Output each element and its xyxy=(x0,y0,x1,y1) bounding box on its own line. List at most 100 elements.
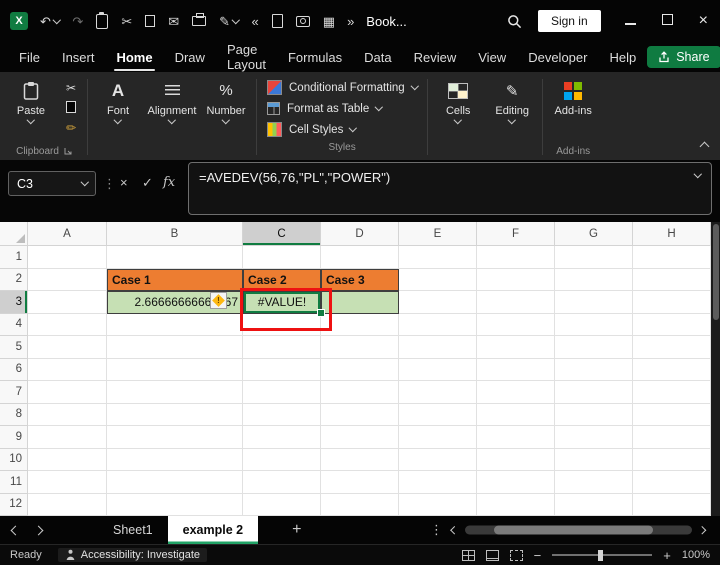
cell-H2[interactable] xyxy=(633,268,711,291)
cell-A3[interactable] xyxy=(28,291,107,314)
number-button[interactable]: % Number xyxy=(199,74,253,160)
cell-G4[interactable] xyxy=(555,313,633,336)
normal-view-button[interactable] xyxy=(461,549,475,561)
cell-A9[interactable] xyxy=(28,426,107,449)
tab-home[interactable]: Home xyxy=(105,42,163,72)
cell-D9[interactable] xyxy=(321,426,399,449)
cell-D11[interactable] xyxy=(321,471,399,494)
row-header-5[interactable]: 5 xyxy=(0,336,28,359)
cell-E8[interactable] xyxy=(399,403,477,426)
cut-button[interactable]: ✂ xyxy=(66,82,76,94)
cell-F12[interactable] xyxy=(477,493,555,516)
row-header-12[interactable]: 12 xyxy=(0,493,28,516)
cell-F4[interactable] xyxy=(477,313,555,336)
cell-A11[interactable] xyxy=(28,471,107,494)
column-header-F[interactable]: F xyxy=(477,222,555,246)
new-sheet-button[interactable]: + xyxy=(292,521,301,539)
cell-C6[interactable] xyxy=(243,358,321,381)
cell-E4[interactable] xyxy=(399,313,477,336)
cell-A5[interactable] xyxy=(28,336,107,359)
minimize-button[interactable] xyxy=(624,12,636,30)
zoom-slider[interactable] xyxy=(552,549,653,561)
formula-input[interactable]: =AVEDEV(56,76,"PL","POWER") xyxy=(188,162,712,215)
row-header-4[interactable]: 4 xyxy=(0,313,28,336)
clipboard-icon[interactable] xyxy=(96,11,109,29)
vertical-scrollbar[interactable] xyxy=(711,222,720,516)
sheet-tab-example-2[interactable]: example 2 xyxy=(167,516,259,544)
cell-H12[interactable] xyxy=(633,493,711,516)
tab-formulas[interactable]: Formulas xyxy=(277,42,353,72)
tab-draw[interactable]: Draw xyxy=(164,42,216,72)
tab-data[interactable]: Data xyxy=(353,42,402,72)
cell-C9[interactable] xyxy=(243,426,321,449)
tab-page-layout[interactable]: Page Layout xyxy=(216,42,277,72)
cell-D6[interactable] xyxy=(321,358,399,381)
select-all-corner[interactable] xyxy=(0,222,28,246)
formula-bar-drag-handle[interactable]: ⋮ xyxy=(103,176,116,192)
printer-icon[interactable] xyxy=(192,13,207,26)
cell-E6[interactable] xyxy=(399,358,477,381)
sheet-nav-right-icon[interactable] xyxy=(33,525,44,535)
cell-E9[interactable] xyxy=(399,426,477,449)
collapse-ribbon-button[interactable] xyxy=(699,134,710,152)
zoom-out-button[interactable]: − xyxy=(534,549,542,562)
column-header-E[interactable]: E xyxy=(399,222,477,246)
tab-bar-kebab-icon[interactable]: ⋮ xyxy=(430,522,443,538)
cell-H4[interactable] xyxy=(633,313,711,336)
toolbar-overflow-button[interactable]: » xyxy=(347,14,354,29)
tab-file[interactable]: File xyxy=(8,42,51,72)
cell-A12[interactable] xyxy=(28,493,107,516)
cancel-button[interactable]: × xyxy=(120,176,128,189)
cell-C12[interactable] xyxy=(243,493,321,516)
cell-E12[interactable] xyxy=(399,493,477,516)
cell-G3[interactable] xyxy=(555,291,633,314)
hscroll-left-icon[interactable] xyxy=(450,526,459,534)
search-icon[interactable] xyxy=(507,14,522,29)
cell-H5[interactable] xyxy=(633,336,711,359)
column-header-H[interactable]: H xyxy=(633,222,711,246)
error-options-button[interactable] xyxy=(210,292,227,309)
cell-D4[interactable] xyxy=(321,313,399,336)
tab-review[interactable]: Review xyxy=(403,42,468,72)
column-header-D[interactable]: D xyxy=(321,222,399,246)
cell-E11[interactable] xyxy=(399,471,477,494)
cell-styles-button[interactable]: Cell Styles xyxy=(260,121,424,138)
excel-logo-icon[interactable]: X xyxy=(10,12,28,30)
clipboard-dialog-launcher-icon[interactable] xyxy=(64,147,72,155)
accessibility-status-button[interactable]: Accessibility: Investigate xyxy=(57,548,208,562)
cell-D12[interactable] xyxy=(321,493,399,516)
cell-G2[interactable] xyxy=(555,268,633,291)
cell-H1[interactable] xyxy=(633,246,711,269)
cell-G5[interactable] xyxy=(555,336,633,359)
tab-insert[interactable]: Insert xyxy=(51,42,106,72)
cell-B7[interactable] xyxy=(107,381,243,404)
cell-E10[interactable] xyxy=(399,448,477,471)
camera-icon[interactable] xyxy=(295,15,310,27)
cell-B4[interactable] xyxy=(107,313,243,336)
cell-B12[interactable] xyxy=(107,493,243,516)
horizontal-scrollbar[interactable] xyxy=(450,525,706,535)
undo-icon[interactable]: ↶ xyxy=(40,15,61,28)
cell-H8[interactable] xyxy=(633,403,711,426)
maximize-button[interactable] xyxy=(661,12,673,30)
insert-function-button[interactable]: fx xyxy=(163,176,175,189)
cell-B8[interactable] xyxy=(107,403,243,426)
collapse-toolbar-icon[interactable]: « xyxy=(252,15,259,28)
cell-D5[interactable] xyxy=(321,336,399,359)
cell-C1[interactable] xyxy=(243,246,321,269)
cell-F8[interactable] xyxy=(477,403,555,426)
redo-icon[interactable]: ↷ xyxy=(72,15,83,28)
cell-F10[interactable] xyxy=(477,448,555,471)
cell-H10[interactable] xyxy=(633,448,711,471)
row-header-7[interactable]: 7 xyxy=(0,381,28,404)
hscroll-right-icon[interactable] xyxy=(697,526,706,534)
cell-H3[interactable] xyxy=(633,291,711,314)
cell-F7[interactable] xyxy=(477,381,555,404)
cell-E5[interactable] xyxy=(399,336,477,359)
cell-E7[interactable] xyxy=(399,381,477,404)
cell-A10[interactable] xyxy=(28,448,107,471)
row-header-2[interactable]: 2 xyxy=(0,268,28,291)
sign-in-button[interactable]: Sign in xyxy=(537,10,601,32)
conditional-formatting-button[interactable]: Conditional Formatting xyxy=(260,79,424,96)
cell-B1[interactable] xyxy=(107,246,243,269)
